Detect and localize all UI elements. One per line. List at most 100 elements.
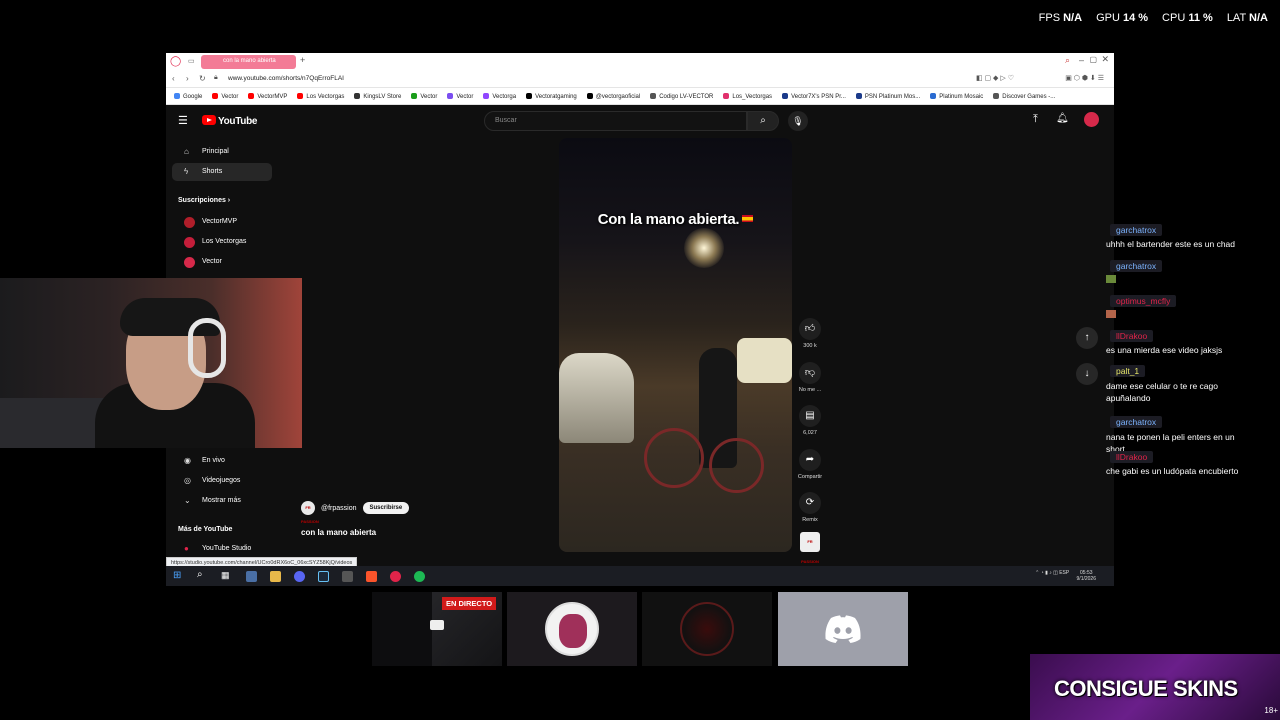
tab-title: con la mano abierta xyxy=(223,58,276,64)
banner-text: CONSIGUE SKINS xyxy=(1054,676,1238,701)
chat-username[interactable]: garchatrox xyxy=(1110,416,1163,428)
sidebar-item-gaming[interactable]: ◎ Videojuegos xyxy=(172,472,272,490)
bookmark-item[interactable]: Vectorga xyxy=(483,92,516,100)
bookmark-item[interactable]: Vectoratgaming xyxy=(526,92,577,100)
brave-icon[interactable] xyxy=(366,571,377,582)
live-preview-tile[interactable]: EN DIRECTO xyxy=(372,592,502,666)
back-button[interactable]: ‹ xyxy=(172,74,175,83)
bookmark-item[interactable]: Los_Vectorgas xyxy=(723,92,772,100)
browser-window: ◯ ▭ con la mano abierta + ⌕ – ▢ ✕ ‹ › ↻ … xyxy=(166,53,1114,586)
chat-emote-icon xyxy=(1106,275,1116,283)
search-icon[interactable]: ⌕ xyxy=(197,569,208,580)
file-explorer-icon[interactable] xyxy=(270,571,281,582)
previous-short-button[interactable]: ↑ xyxy=(1076,327,1098,349)
account-avatar[interactable] xyxy=(1084,112,1099,127)
upload-icon[interactable]: ⤒ xyxy=(1033,113,1038,126)
chat-username[interactable]: llDrakoo xyxy=(1110,451,1154,463)
opera-logo-icon[interactable]: ◯ xyxy=(170,56,181,67)
sidebar-item-principal[interactable]: ⌂ Principal xyxy=(172,143,272,161)
chat-username[interactable]: palt_1 xyxy=(1110,365,1146,377)
chat-username[interactable]: garchatrox xyxy=(1110,260,1163,272)
windows-start-icon[interactable]: ⊞ xyxy=(173,570,184,581)
avatar-tile[interactable] xyxy=(507,592,637,666)
share-button[interactable]: ➦ Compartir xyxy=(792,449,828,480)
short-video-player[interactable]: Con la mano abierta. xyxy=(559,138,792,552)
bookmark-item[interactable]: PSN Platinum Mos... xyxy=(855,92,920,100)
remix-button[interactable]: ⟳ Remix xyxy=(792,492,828,523)
bookmark-favicon-icon xyxy=(248,92,255,99)
tab-active[interactable]: con la mano abierta xyxy=(201,55,296,69)
close-window-button[interactable]: ✕ xyxy=(1101,54,1109,65)
discord-icon[interactable] xyxy=(294,571,305,582)
bookmark-item[interactable]: KingsLV Store xyxy=(354,92,401,100)
emblem-tile[interactable] xyxy=(642,592,772,666)
sidebar-item-shorts[interactable]: ϟ Shorts xyxy=(172,163,272,181)
sound-thumbnail[interactable]: FR PASSION xyxy=(800,532,820,564)
bookmark-item[interactable]: Platinum Mosaic xyxy=(930,92,983,100)
age-rating: 18+ xyxy=(1264,706,1278,715)
toolbar-icons[interactable]: ▣ ⬡ ⬢ ⬇ ☰ xyxy=(1065,74,1104,82)
forward-button[interactable]: › xyxy=(186,74,189,83)
subscriptions-header[interactable]: Suscripciones › xyxy=(178,197,230,204)
bookmark-item[interactable]: @vectorgaoficial xyxy=(586,92,640,100)
preview-screen xyxy=(372,592,432,666)
subscribe-button[interactable]: Suscribirse xyxy=(362,502,410,514)
chat-message: dame ese celular o te re cago apuñalando xyxy=(1106,381,1218,403)
new-tab-button[interactable]: + xyxy=(300,55,305,65)
chat-username[interactable]: optimus_mcfly xyxy=(1110,295,1177,307)
discord-tile[interactable] xyxy=(778,592,908,666)
bookmark-item[interactable]: Los Vectorgas xyxy=(297,92,344,100)
next-short-button[interactable]: ↓ xyxy=(1076,363,1098,385)
menu-icon[interactable]: ☰ xyxy=(178,114,188,127)
search-button[interactable]: ⌕ xyxy=(747,111,779,131)
url-field[interactable]: www.youtube.com/shorts/n7QqErroFLAI xyxy=(228,75,344,82)
steam-icon[interactable] xyxy=(318,571,329,582)
chat-message: uhhh el bartender este es un chad xyxy=(1106,239,1236,249)
maximize-button[interactable]: ▢ xyxy=(1089,55,1097,64)
search-tabs-icon[interactable]: ⌕ xyxy=(1065,55,1070,66)
sidebar-item-show-more[interactable]: ⌄ Mostrar más xyxy=(172,492,272,510)
chevron-down-icon: ⌄ xyxy=(184,496,191,505)
extensions-icon[interactable]: ◧ ▢ ◆ ▷ ♡ xyxy=(976,74,1014,82)
address-bar: ‹ › ↻ 🔒︎ www.youtube.com/shorts/n7QqErro… xyxy=(166,71,1114,88)
reload-button[interactable]: ↻ xyxy=(199,74,206,83)
channel-avatar[interactable]: FR PASSION xyxy=(301,501,319,524)
promo-banner[interactable]: CONSIGUE SKINS 18+ xyxy=(1030,654,1280,720)
tab-list-icon[interactable]: ▭ xyxy=(188,57,195,65)
spotify-icon[interactable] xyxy=(414,571,425,582)
channel-handle[interactable]: @frpassion xyxy=(321,505,357,512)
subscription-item[interactable]: Los Vectorgas xyxy=(172,233,272,251)
youtube-logo[interactable]: YouTube xyxy=(202,115,258,127)
sidebar-item-studio[interactable]: ● YouTube Studio xyxy=(172,540,272,558)
search-input[interactable]: Buscar xyxy=(484,111,747,131)
like-button[interactable]: 👍︎ 300 k xyxy=(792,318,828,349)
monitor-icon xyxy=(430,620,444,630)
bookmark-favicon-icon xyxy=(526,92,533,99)
bookmark-item[interactable]: VectorMVP xyxy=(248,92,287,100)
comments-button[interactable]: ▤ 6,027 xyxy=(792,405,828,436)
bookmark-item[interactable]: Vector xyxy=(212,92,238,100)
sidebar-item-live[interactable]: ◉ En vivo xyxy=(172,452,272,470)
app-icon[interactable] xyxy=(342,571,353,582)
car xyxy=(559,353,634,443)
notifications-icon[interactable]: 🔔︎ xyxy=(1056,113,1069,124)
subscription-item[interactable]: VectorMVP xyxy=(172,213,272,231)
chat-username[interactable]: llDrakoo xyxy=(1110,330,1154,342)
app-icon[interactable] xyxy=(246,571,257,582)
bookmark-item[interactable]: Vector xyxy=(411,92,437,100)
remix-icon: ⟳ xyxy=(799,492,821,514)
subscription-item[interactable]: Vector xyxy=(172,253,272,271)
minimize-button[interactable]: – xyxy=(1079,55,1084,65)
bookmark-item[interactable]: Vector7X's PSN Pr... xyxy=(782,92,846,100)
voice-search-button[interactable]: 🎙︎ xyxy=(788,111,808,131)
task-view-icon[interactable]: ▦ xyxy=(221,570,232,581)
system-tray[interactable]: ⌃ ◔ ▮ ♪ ◫ ESP 05:53 9/1/2026 xyxy=(1035,570,1096,582)
opera-icon[interactable] xyxy=(390,571,401,582)
bookmark-item[interactable]: Discover Games -... xyxy=(993,92,1055,100)
chat-username[interactable]: garchatrox xyxy=(1110,224,1163,236)
bookmark-item[interactable]: Codigo LV-VECTOR xyxy=(650,92,713,100)
bookmark-item[interactable]: Vector xyxy=(447,92,473,100)
bookmarks-bar: Google Vector VectorMVP Los Vectorgas KingsL… xyxy=(166,88,1114,105)
dislike-button[interactable]: 👎︎ No me ... xyxy=(792,362,828,393)
bookmark-item[interactable]: Google xyxy=(174,92,202,100)
